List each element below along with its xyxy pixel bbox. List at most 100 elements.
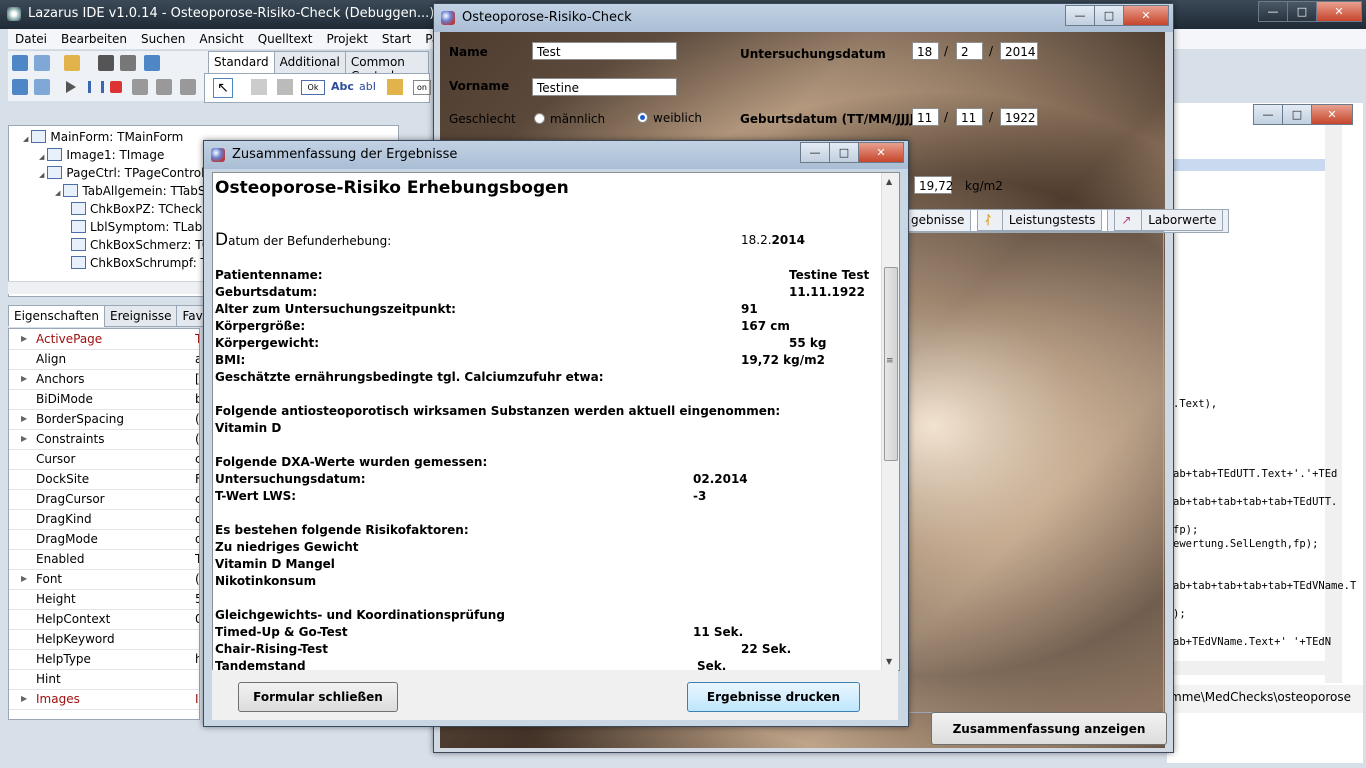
geb-day-input[interactable]: 11 [912, 108, 939, 126]
edit-comp-icon[interactable]: abI [359, 80, 376, 93]
property-value[interactable]: ( [195, 409, 199, 429]
u-month-input[interactable]: 2 [956, 42, 983, 60]
step-over-icon[interactable] [156, 79, 172, 95]
stop-icon[interactable] [110, 81, 122, 93]
code-line[interactable]: ewertung.SelLength,fp); [1173, 538, 1318, 550]
code-line[interactable]: ab+TEdVName.Text+' '+TEdN [1173, 636, 1331, 648]
u-day-input[interactable]: 18 [912, 42, 939, 60]
property-row[interactable]: ▶ Constraints ( [9, 429, 199, 450]
property-value[interactable]: 0 [195, 609, 199, 629]
code-line[interactable]: ); [1173, 608, 1186, 620]
tree-node[interactable]: ChkBoxSchrumpf: TC [71, 254, 216, 272]
ost-minimize-button[interactable]: — [1065, 5, 1095, 26]
expand-arrow-icon[interactable]: ▶ [21, 369, 27, 389]
report-text[interactable]: Osteoporose-Risiko Erhebungsbogen Datum … [212, 172, 900, 671]
code-line[interactable]: ab+tab+tab+tab+tab+TEdUTT. [1173, 496, 1337, 508]
property-row[interactable]: DragCursor c [9, 489, 199, 510]
expand-arrow-icon[interactable]: ◢ [55, 189, 60, 197]
editor-maximize-button[interactable]: □ [1282, 104, 1312, 125]
code-line[interactable]: .Text), [1173, 398, 1217, 410]
name-input[interactable]: Test [532, 42, 677, 60]
menu-item-datei[interactable]: Datei [8, 32, 54, 46]
property-row[interactable]: Height 5 [9, 589, 199, 610]
toggle-comp-icon[interactable]: on [413, 80, 431, 95]
property-value[interactable]: F [195, 469, 199, 489]
mainmenu-icon[interactable] [251, 79, 267, 95]
geb-month-input[interactable]: 11 [956, 108, 983, 126]
print-results-button[interactable]: Ergebnisse drucken [687, 682, 860, 712]
ost-maximize-button[interactable]: □ [1094, 5, 1124, 26]
ost-close-button[interactable]: ✕ [1123, 5, 1169, 26]
geb-year-input[interactable]: 1922 [1000, 108, 1038, 126]
tab-ergebnisse[interactable]: gebnisse [904, 209, 972, 233]
menu-item-start[interactable]: Start [375, 32, 418, 46]
open-icon[interactable] [64, 55, 80, 71]
female-radio[interactable]: weiblich [637, 111, 702, 125]
property-value[interactable]: c [195, 489, 199, 509]
property-row[interactable]: ▶ ActivePage T [9, 329, 199, 350]
tab-laborwerte[interactable]: ↗ Laborwerte [1107, 209, 1230, 233]
dlg-close-button[interactable]: ✕ [858, 142, 904, 163]
save-all-icon[interactable] [120, 55, 136, 71]
editor-vscroll[interactable] [1325, 123, 1342, 683]
expand-arrow-icon[interactable]: ▶ [21, 409, 27, 429]
menu-item-ansicht[interactable]: Ansicht [192, 32, 250, 46]
property-value[interactable]: a [195, 349, 199, 369]
property-value[interactable]: c [195, 449, 199, 469]
tree-node[interactable]: ◢ TabAllgemein: TTabShee [55, 182, 228, 200]
view-units-icon[interactable] [12, 79, 28, 95]
property-row[interactable]: ▶ Anchors [ [9, 369, 199, 390]
code-line[interactable]: ab+tab+TEdUTT.Text+'.'+TEd [1173, 468, 1337, 480]
property-row[interactable]: Align a [9, 349, 199, 370]
tree-node[interactable]: LblSymptom: TLabel [71, 218, 213, 236]
new-form-icon[interactable] [34, 55, 50, 71]
property-value[interactable]: ( [195, 429, 199, 449]
property-row[interactable]: DragMode d [9, 529, 199, 550]
property-row[interactable]: ▶ BorderSpacing ( [9, 409, 199, 430]
property-value[interactable]: [ [195, 369, 199, 389]
label-comp-icon[interactable]: Abc [331, 80, 354, 93]
summary-button[interactable]: Zusammenfassung anzeigen [931, 712, 1167, 745]
minimize-button[interactable]: — [1258, 1, 1288, 22]
property-row[interactable]: Cursor c [9, 449, 199, 470]
new-unit-icon[interactable] [12, 55, 28, 71]
property-value[interactable]: I [195, 689, 199, 709]
scroll-up-icon[interactable]: ▲ [886, 177, 892, 186]
property-row[interactable]: Enabled T [9, 549, 199, 570]
report-vscroll[interactable]: ▲ ≡ ▼ [881, 173, 899, 670]
property-row[interactable]: HelpContext 0 [9, 609, 199, 630]
scroll-down-icon[interactable]: ▼ [886, 657, 892, 666]
button-comp-icon[interactable]: Ok [301, 80, 325, 95]
female-radio-circle[interactable] [637, 112, 648, 123]
tree-node[interactable]: ChkBoxSchmerz: TCh [71, 236, 218, 254]
property-value[interactable]: d [195, 529, 199, 549]
menu-item-quelltext[interactable]: Quelltext [251, 32, 320, 46]
male-radio[interactable]: männlich [534, 112, 605, 126]
editor-hscroll[interactable] [1167, 661, 1327, 675]
property-row[interactable]: DockSite F [9, 469, 199, 490]
tree-node[interactable]: ◢ PageCtrl: TPageControl [39, 164, 204, 182]
property-row[interactable]: HelpType h [9, 649, 199, 670]
pause-icon[interactable] [88, 81, 104, 93]
expand-arrow-icon[interactable]: ◢ [39, 171, 44, 179]
tree-node[interactable]: ChkBoxPZ: TCheckBox [71, 200, 224, 218]
close-form-button[interactable]: Formular schließen [238, 682, 398, 712]
editor-minimize-button[interactable]: — [1253, 104, 1283, 125]
view-forms-icon[interactable] [34, 79, 50, 95]
property-row[interactable]: BiDiMode b [9, 389, 199, 410]
step-into-icon[interactable] [132, 79, 148, 95]
editor-close-button[interactable]: ✕ [1311, 104, 1353, 125]
toggle-form-icon[interactable] [144, 55, 160, 71]
property-row[interactable]: ▶ Images I [9, 689, 199, 710]
menu-item-suchen[interactable]: Suchen [134, 32, 192, 46]
expand-arrow-icon[interactable]: ◢ [39, 153, 44, 161]
ost-titlebar[interactable]: Osteoporose-Risiko-Check — □ ✕ [434, 4, 1173, 32]
tree-node[interactable]: ◢ Image1: TImage [39, 146, 164, 164]
run-icon[interactable] [66, 81, 76, 93]
property-row[interactable]: HelpKeyword [9, 629, 199, 650]
property-row[interactable]: Hint [9, 669, 199, 690]
property-value[interactable]: h [195, 649, 199, 669]
code-line[interactable]: fp); [1173, 524, 1198, 536]
property-value[interactable]: 5 [195, 589, 199, 609]
step-out-icon[interactable] [180, 79, 196, 95]
